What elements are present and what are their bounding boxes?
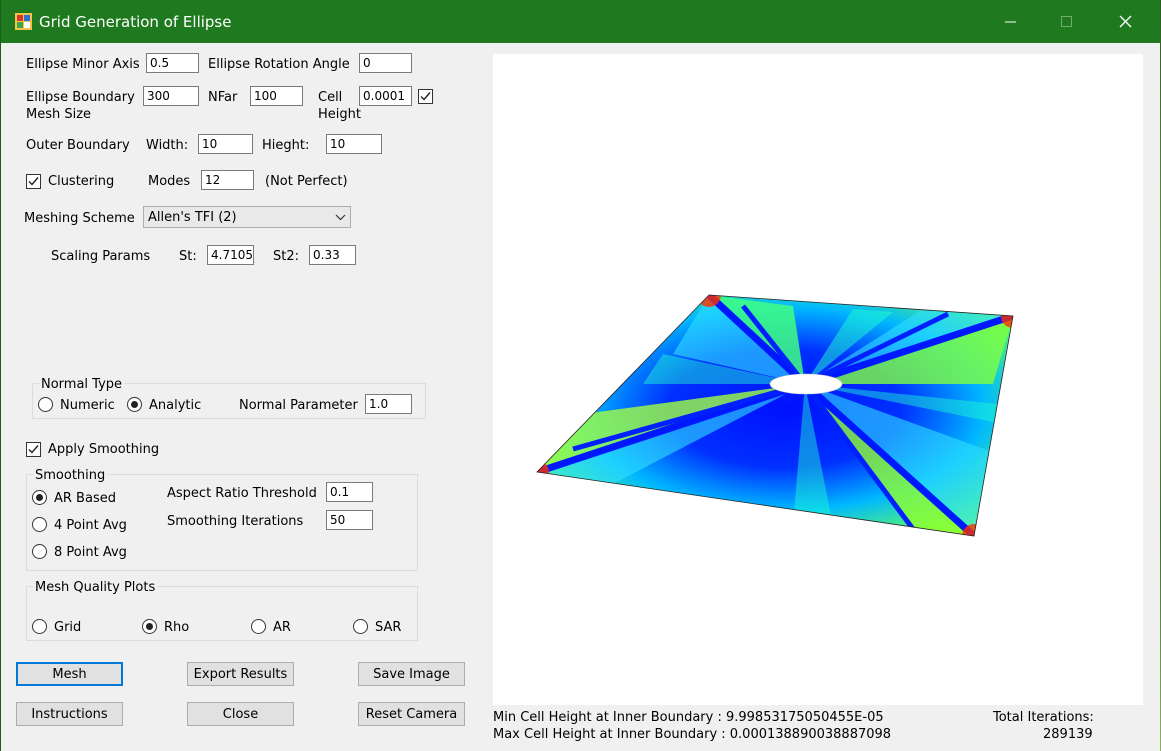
cell-height-checkbox[interactable]: [418, 89, 433, 104]
clustering-label: Clustering: [48, 174, 115, 189]
minimize-button[interactable]: [982, 0, 1040, 43]
smoothing-8pt-radio[interactable]: [32, 544, 47, 559]
ellipse-hole: [769, 373, 843, 395]
export-results-button[interactable]: Export Results: [187, 662, 294, 686]
total-iterations-label: Total Iterations:: [993, 710, 1094, 725]
maximize-button[interactable]: [1038, 0, 1096, 43]
meshing-scheme-label: Meshing Scheme: [24, 211, 135, 226]
normal-numeric-radio[interactable]: [38, 397, 53, 412]
meshing-scheme-value: Allen's TFI (2): [148, 210, 237, 225]
mesh-button[interactable]: Mesh: [16, 662, 123, 686]
smoothing-ar-label: AR Based: [54, 491, 116, 506]
close-button[interactable]: Close: [187, 702, 294, 726]
plot-ar-label: AR: [273, 620, 291, 635]
mesh-surface: [537, 295, 1013, 536]
modes-label: Modes: [148, 174, 191, 189]
dropdown-chevron-icon: [335, 214, 346, 221]
height-label: Hieght:: [262, 138, 310, 153]
plot-grid-radio[interactable]: [32, 619, 47, 634]
smoothing-iterations-label: Smoothing Iterations: [167, 514, 304, 529]
smoothing-4pt-radio[interactable]: [32, 517, 47, 532]
plot-rho-radio[interactable]: [142, 619, 157, 634]
plot-sar-radio[interactable]: [353, 619, 368, 634]
app-window: Grid Generation of Ellipse Ellipse Minor…: [0, 0, 1160, 751]
rho-mesh-plot: [536, 294, 1014, 537]
plot-ar-radio[interactable]: [251, 619, 266, 634]
outer-boundary-label: Outer Boundary: [26, 138, 130, 153]
check-icon: [28, 177, 39, 186]
nfar-label: NFar: [208, 90, 238, 105]
smoothing-title: Smoothing: [33, 468, 108, 484]
clustering-checkbox[interactable]: [26, 174, 41, 189]
height-input[interactable]: 10: [326, 134, 382, 154]
minor-axis-label: Ellipse Minor Axis: [26, 57, 140, 72]
nfar-input[interactable]: 100: [250, 86, 303, 106]
st-input[interactable]: 4.71057: [207, 245, 254, 265]
save-image-button[interactable]: Save Image: [358, 662, 465, 686]
minimize-icon: [1005, 21, 1016, 22]
smoothing-8pt-label: 8 Point Avg: [54, 545, 127, 560]
apply-smoothing-checkbox[interactable]: [26, 442, 41, 457]
plot-grid-label: Grid: [54, 620, 82, 635]
st2-label: St2:: [273, 249, 299, 264]
ar-threshold-input[interactable]: 0.1: [326, 482, 373, 502]
close-icon: [1119, 15, 1131, 28]
mesh-size-label-line2: Mesh Size: [26, 107, 92, 122]
min-cell-height-status: Min Cell Height at Inner Boundary : 9.99…: [493, 710, 884, 725]
mesh-viewport[interactable]: [493, 54, 1143, 705]
total-iterations-value: 289139: [1043, 727, 1093, 742]
close-window-button[interactable]: [1096, 0, 1154, 43]
maximize-icon: [1061, 15, 1072, 27]
cell-height-label-line2: Height: [318, 107, 361, 122]
ar-threshold-label: Aspect Ratio Threshold: [167, 486, 317, 501]
mesh-size-input[interactable]: 300: [143, 86, 199, 106]
meshing-scheme-select[interactable]: Allen's TFI (2): [143, 206, 351, 228]
smoothing-4pt-label: 4 Point Avg: [54, 518, 127, 533]
app-icon: [15, 13, 32, 30]
reset-camera-button[interactable]: Reset Camera: [358, 702, 465, 726]
mesh-size-label: Ellipse Boundary: [26, 90, 135, 105]
check-icon: [420, 92, 431, 101]
plot-sar-label: SAR: [375, 620, 402, 635]
smoothing-ar-radio[interactable]: [32, 490, 47, 505]
normal-numeric-label: Numeric: [60, 398, 115, 413]
rotation-angle-input[interactable]: 0: [359, 53, 412, 73]
cell-height-input[interactable]: 0.0001: [359, 86, 412, 106]
quality-plots-title: Mesh Quality Plots: [33, 580, 158, 596]
minor-axis-input[interactable]: 0.5: [146, 53, 199, 73]
normal-type-title: Normal Type: [39, 377, 125, 393]
instructions-button[interactable]: Instructions: [16, 702, 123, 726]
st2-input[interactable]: 0.33: [309, 245, 356, 265]
normal-analytic-label: Analytic: [149, 398, 202, 413]
max-cell-height-status: Max Cell Height at Inner Boundary : 0.00…: [493, 727, 892, 742]
normal-analytic-radio[interactable]: [127, 397, 142, 412]
title-bar: Grid Generation of Ellipse: [1, 0, 1160, 43]
modes-note: (Not Perfect): [265, 174, 348, 189]
rotation-angle-label: Ellipse Rotation Angle: [208, 57, 350, 72]
modes-input[interactable]: 12: [201, 170, 254, 190]
apply-smoothing-label: Apply Smoothing: [48, 442, 160, 457]
smoothing-iterations-input[interactable]: 50: [326, 510, 373, 530]
width-input[interactable]: 10: [198, 134, 253, 154]
st-label: St:: [179, 249, 197, 264]
normal-parameter-label: Normal Parameter: [239, 398, 358, 413]
cell-height-label: Cell: [318, 90, 343, 105]
width-label: Width:: [146, 138, 189, 153]
plot-rho-label: Rho: [164, 620, 190, 635]
check-icon: [28, 445, 39, 454]
window-title: Grid Generation of Ellipse: [39, 13, 232, 31]
normal-parameter-input[interactable]: 1.0: [365, 394, 412, 414]
scaling-params-label: Scaling Params: [51, 249, 151, 264]
